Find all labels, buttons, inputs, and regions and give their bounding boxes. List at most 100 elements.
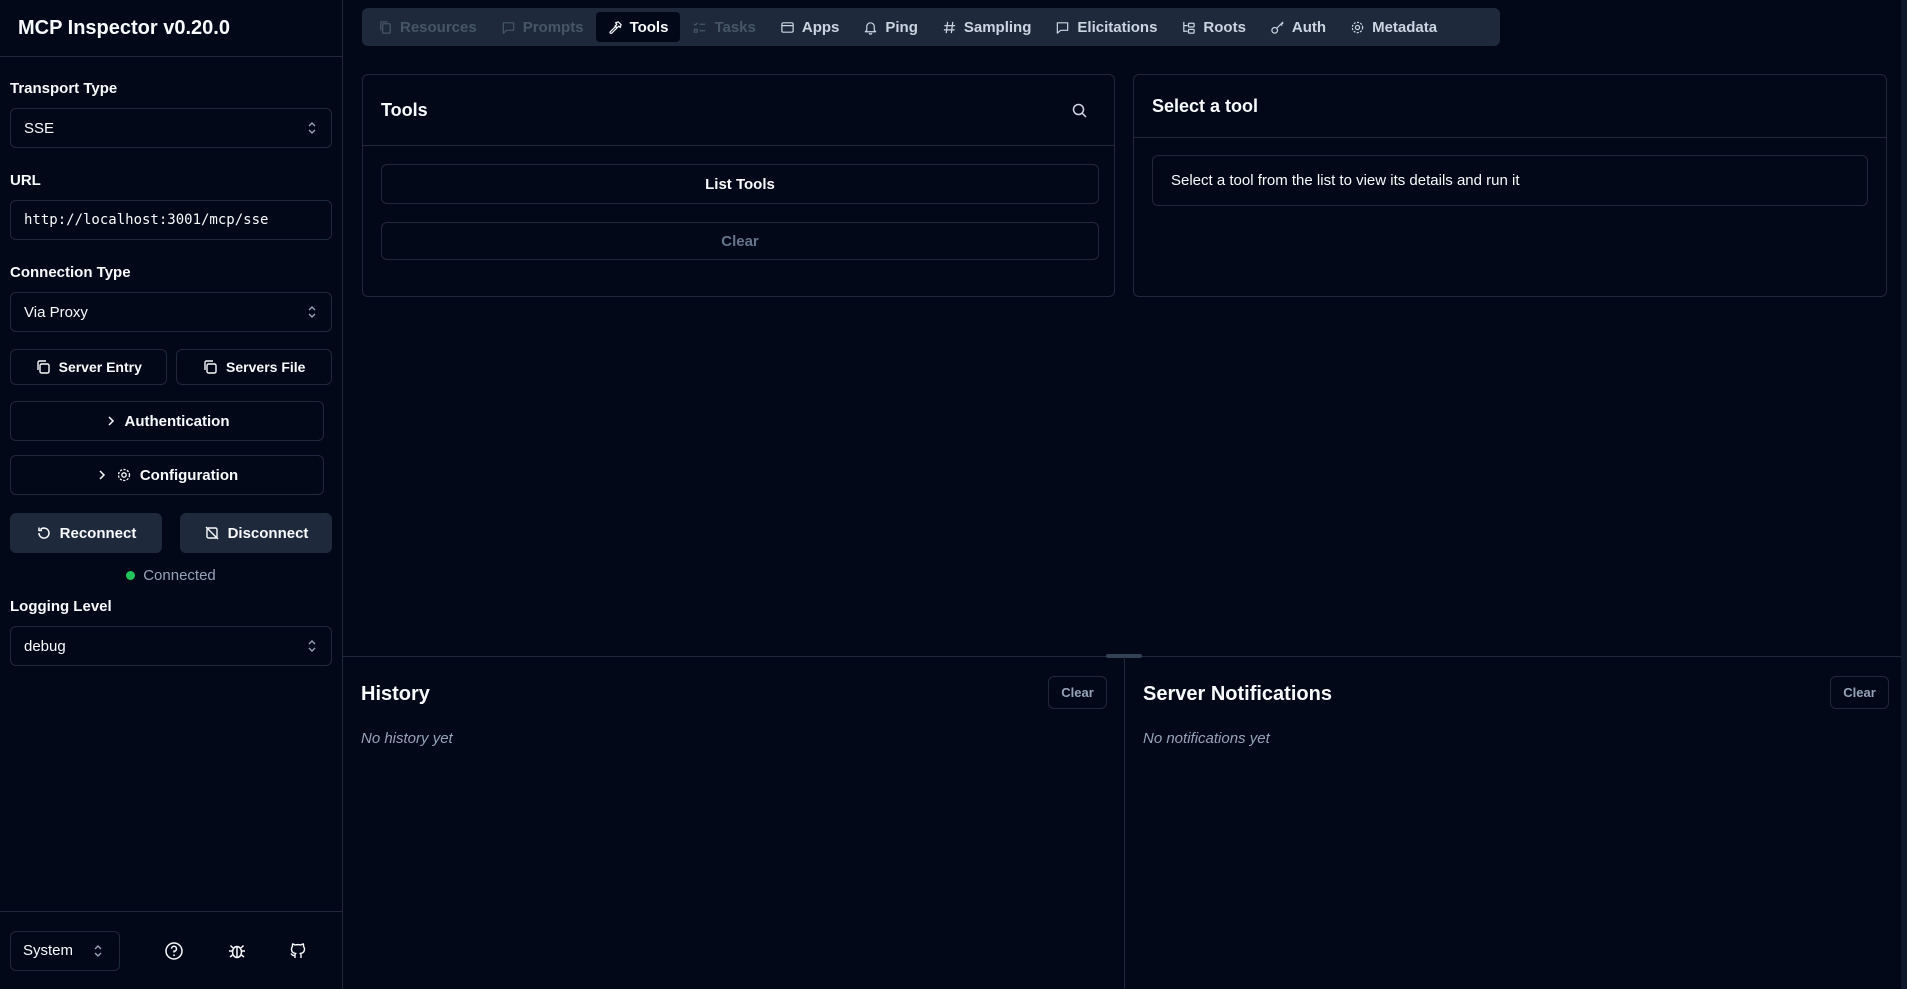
tool-detail-card: Select a tool Select a tool from the lis…: [1133, 74, 1887, 297]
tab-prompts[interactable]: Prompts: [489, 12, 596, 42]
tab-label: Tools: [629, 18, 669, 36]
notifications-empty: No notifications yet: [1143, 730, 1270, 747]
sidebar-body: Transport Type SSE URL http://localhost:…: [0, 80, 342, 666]
clear-history-label: Clear: [1061, 685, 1094, 700]
files-icon: [380, 20, 391, 34]
tab-apps[interactable]: Apps: [768, 12, 852, 42]
url-label: URL: [10, 172, 41, 189]
tool-detail-header: Select a tool: [1134, 75, 1886, 138]
sidebar: MCP Inspector v0.20.0 Transport Type SSE…: [0, 0, 343, 989]
tab-label: Resources: [400, 18, 477, 36]
app-window-icon: [781, 21, 794, 33]
list-todo-icon: [693, 21, 706, 33]
hammer-icon: [609, 20, 622, 34]
chevron-right-icon: [107, 416, 114, 426]
chevrons-up-down-icon: [308, 306, 316, 318]
disconnect-label: Disconnect: [227, 524, 309, 542]
servers-file-label: Servers File: [226, 359, 306, 375]
clear-tools-button[interactable]: Clear: [381, 222, 1099, 260]
tab-roots[interactable]: Roots: [1169, 12, 1258, 42]
folder-tree-icon: [1183, 21, 1196, 34]
config-buttons-row: Server Entry Servers File: [10, 349, 332, 385]
reconnect-button[interactable]: Reconnect: [10, 513, 162, 553]
github-icon[interactable]: [288, 941, 308, 961]
url-input[interactable]: http://localhost:3001/mcp/sse: [10, 200, 332, 240]
copy-icon: [204, 360, 217, 374]
configuration-label: Configuration: [139, 466, 239, 484]
server-entry-button[interactable]: Server Entry: [10, 349, 167, 385]
history-panel: History Clear No history yet: [343, 657, 1125, 989]
authentication-toggle[interactable]: Authentication: [10, 401, 324, 441]
tab-label: Sampling: [963, 18, 1032, 36]
tools-card-header: Tools: [363, 75, 1114, 146]
tab-sampling[interactable]: Sampling: [930, 12, 1044, 42]
rotate-ccw-icon: [37, 527, 50, 539]
tab-label: Auth: [1291, 18, 1327, 36]
chevrons-up-down-icon: [94, 944, 102, 957]
history-title: History: [361, 683, 430, 705]
tab-label: Tasks: [714, 18, 756, 36]
servers-file-button[interactable]: Servers File: [175, 349, 332, 385]
status-text: Connected: [143, 567, 216, 584]
sidebar-footer: System: [0, 911, 342, 989]
app-title: MCP Inspector v0.20.0: [18, 16, 230, 39]
tab-bar: Resources Prompts Tools Tasks Apps Ping …: [362, 8, 1500, 46]
transport-type-select[interactable]: SSE: [10, 108, 332, 148]
transport-type-value: SSE: [24, 119, 55, 137]
key-icon: [1271, 20, 1284, 34]
url-value: http://localhost:3001/mcp/sse: [24, 212, 269, 228]
tool-detail-alert: Select a tool from the list to view its …: [1152, 155, 1868, 206]
clear-history-button[interactable]: Clear: [1048, 676, 1107, 709]
logging-level-select[interactable]: debug: [10, 626, 332, 666]
connection-type-select[interactable]: Via Proxy: [10, 292, 332, 332]
tab-label: Elicitations: [1077, 18, 1158, 36]
tab-label: Metadata: [1372, 18, 1438, 36]
clear-notifications-label: Clear: [1843, 685, 1876, 700]
bottom-panels: History Clear No history yet Server Noti…: [343, 654, 1907, 989]
message-square-icon: [1057, 21, 1069, 34]
settings-icon: [1351, 21, 1364, 33]
notifications-title: Server Notifications: [1143, 683, 1332, 705]
sidebar-header: MCP Inspector v0.20.0: [0, 0, 342, 57]
scrollbar[interactable]: [1901, 0, 1907, 989]
logging-level-value: debug: [24, 637, 66, 655]
connection-buttons-row: Reconnect Disconnect: [10, 513, 332, 553]
disconnect-button[interactable]: Disconnect: [180, 513, 332, 553]
tools-card: Tools List Tools Clear: [362, 74, 1115, 297]
connection-type-value: Via Proxy: [24, 303, 88, 321]
clear-tools-label: Clear: [721, 232, 759, 250]
tab-tools[interactable]: Tools: [595, 12, 681, 42]
copy-icon: [36, 360, 50, 374]
settings-icon: [117, 468, 130, 482]
server-notifications-panel: Server Notifications Clear No notificati…: [1125, 657, 1901, 989]
clear-notifications-button[interactable]: Clear: [1830, 676, 1889, 709]
transport-type-label: Transport Type: [10, 80, 118, 97]
tab-label: Prompts: [522, 18, 584, 36]
theme-select[interactable]: System: [10, 930, 120, 971]
tab-ping[interactable]: Ping: [851, 12, 930, 42]
help-icon[interactable]: [164, 941, 184, 961]
unplug-icon: [205, 526, 219, 540]
chevrons-up-down-icon: [308, 122, 316, 134]
tab-tasks[interactable]: Tasks: [680, 12, 767, 42]
tools-card-title: Tools: [381, 99, 428, 120]
tool-detail-message: Select a tool from the list to view its …: [1171, 172, 1520, 189]
tab-elicitations[interactable]: Elicitations: [1043, 12, 1169, 42]
list-tools-label: List Tools: [705, 175, 775, 193]
bug-icon[interactable]: [227, 941, 247, 961]
status-dot: [126, 571, 136, 580]
chevrons-up-down-icon: [308, 640, 316, 652]
configuration-toggle[interactable]: Configuration: [10, 455, 324, 495]
tab-label: Ping: [885, 18, 918, 36]
authentication-label: Authentication: [124, 412, 230, 430]
hash-icon: [943, 21, 955, 33]
tab-resources[interactable]: Resources: [366, 12, 489, 42]
message-square-icon: [502, 21, 514, 34]
history-empty: No history yet: [361, 730, 453, 747]
reconnect-label: Reconnect: [59, 524, 137, 542]
server-entry-label: Server Entry: [58, 359, 142, 375]
tab-metadata[interactable]: Metadata: [1338, 12, 1449, 42]
list-tools-button[interactable]: List Tools: [381, 164, 1099, 204]
search-icon[interactable]: [1071, 102, 1088, 119]
tab-auth[interactable]: Auth: [1258, 12, 1338, 42]
